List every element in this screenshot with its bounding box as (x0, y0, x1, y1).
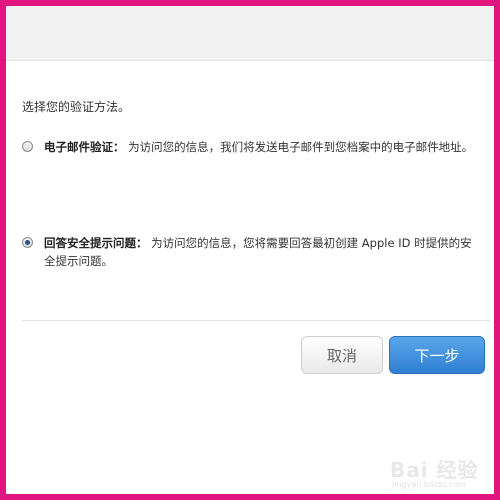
verification-prompt: 选择您的验证方法。 (22, 100, 131, 114)
baidu-watermark: Bai 经验 (390, 458, 479, 482)
security-questions-text: 回答安全提示问题： 为访问您的信息，您将需要回答最初创建 Apple ID 时提… (44, 234, 480, 270)
email-verification-text: 电子邮件验证： 为访问您的信息，我们将发送电子邮件到您档案中的电子邮件地址。 (44, 138, 480, 156)
security-questions-title: 回答安全提示问题： (44, 236, 148, 250)
email-verification-title: 电子邮件验证： (44, 140, 125, 154)
email-verification-description: 为访问您的信息，我们将发送电子邮件到您档案中的电子邮件地址。 (128, 140, 474, 154)
header-bar (6, 6, 494, 61)
security-questions-radio[interactable] (22, 237, 33, 248)
next-button[interactable]: 下一步 (389, 336, 485, 374)
divider (22, 320, 490, 321)
email-verification-radio[interactable] (22, 141, 33, 152)
baidu-watermark-url: jingyan.baidu.com (392, 480, 466, 489)
cancel-button[interactable]: 取消 (301, 336, 383, 374)
dialog-frame: 选择您的验证方法。 电子邮件验证： 为访问您的信息，我们将发送电子邮件到您档案中… (6, 6, 494, 494)
